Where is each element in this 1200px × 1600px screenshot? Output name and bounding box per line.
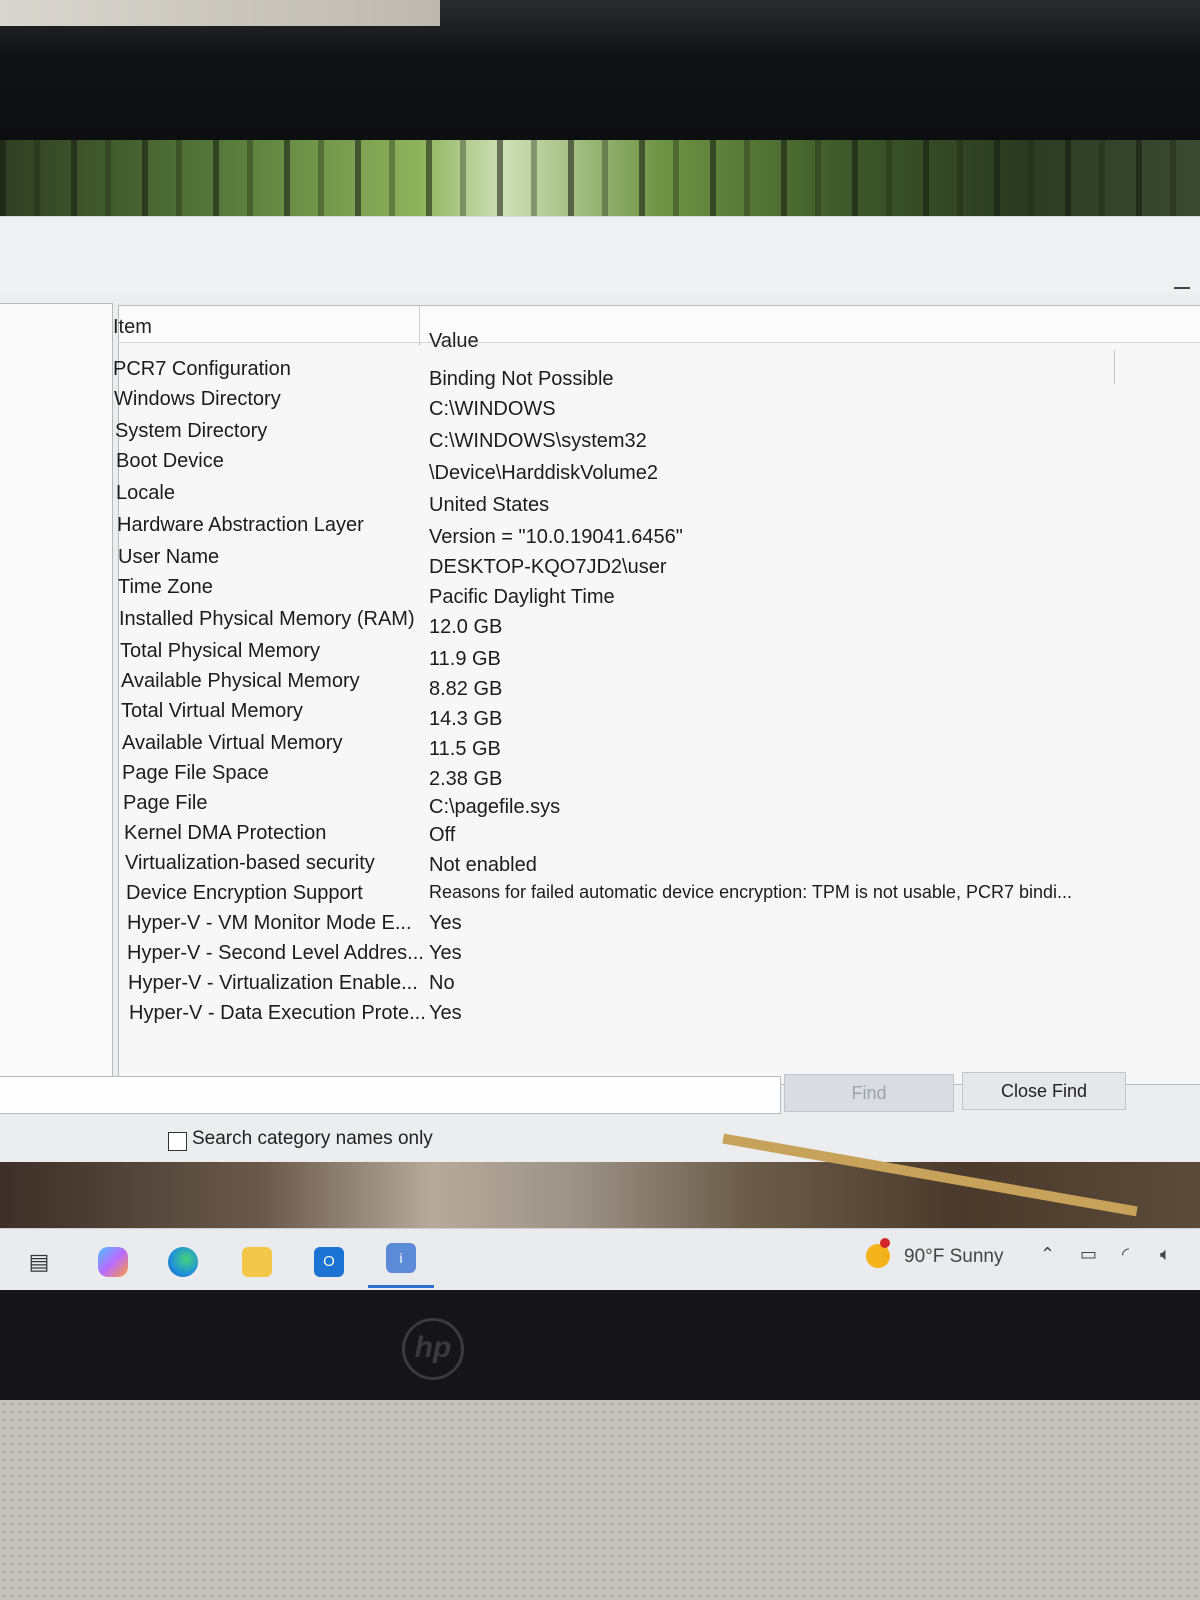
row-value: \Device\HarddiskVolume2: [429, 462, 658, 484]
row-item: Page File Space: [122, 762, 269, 784]
taskbar: ▤ O i: [0, 1228, 1200, 1291]
category-tree-pane[interactable]: [0, 303, 113, 1085]
list-row[interactable]: Installed Physical Memory (RAM) 12.0 GB: [119, 608, 1200, 642]
list-row[interactable]: Locale United States: [116, 482, 1200, 516]
row-item: Windows Directory: [114, 388, 281, 410]
row-item: Hardware Abstraction Layer: [117, 514, 364, 536]
column-separator[interactable]: [419, 306, 420, 346]
active-app-indicator: [368, 1285, 434, 1288]
row-item: Hyper-V - VM Monitor Mode E...: [127, 912, 412, 934]
chevron-up-icon[interactable]: ⌃: [1040, 1244, 1055, 1265]
laptop-keyboard-deck: [0, 1400, 1200, 1600]
row-item: Page File: [123, 792, 208, 814]
hp-logo: hp: [402, 1318, 464, 1380]
row-item: Available Physical Memory: [121, 670, 360, 692]
weather-label[interactable]: 90°F Sunny: [904, 1246, 1004, 1268]
row-value: C:\WINDOWS\system32: [429, 430, 647, 452]
row-value: Yes: [429, 942, 462, 964]
find-button[interactable]: Find: [784, 1074, 954, 1112]
outlook-icon[interactable]: O: [314, 1247, 344, 1277]
column-header-item[interactable]: Item: [113, 316, 152, 339]
row-item: Total Physical Memory: [120, 640, 321, 662]
row-value: 14.3 GB: [429, 708, 503, 730]
battery-icon[interactable]: ▭: [1080, 1244, 1097, 1265]
column-header-value[interactable]: Value: [429, 330, 479, 353]
list-row[interactable]: Hyper-V - Data Execution Prote... Yes: [119, 1002, 1200, 1038]
row-value: 11.5 GB: [429, 738, 501, 760]
list-row[interactable]: Page File Space 2.38 GB: [119, 762, 1200, 798]
details-list: Item Value PCR7 Configuration Binding Not…: [113, 305, 1200, 1085]
list-row[interactable]: User Name DESKTOP-KQO7JD2\user: [118, 546, 1200, 578]
wifi-icon[interactable]: ◜: [1122, 1244, 1129, 1265]
list-row[interactable]: Hardware Abstraction Layer Version = "10.…: [117, 514, 1200, 548]
search-category-names-checkbox[interactable]: [168, 1132, 187, 1151]
search-category-names-label: Search category names only: [192, 1128, 433, 1149]
list-header: Item Value: [113, 306, 1200, 352]
task-view-icon[interactable]: ▤: [24, 1247, 54, 1277]
close-find-button[interactable]: Close Find: [962, 1072, 1126, 1110]
row-value: United States: [429, 494, 550, 516]
row-item: Available Virtual Memory: [122, 732, 343, 754]
minimize-icon[interactable]: [1174, 287, 1190, 289]
row-value: Pacific Daylight Time: [429, 586, 615, 608]
row-item: Kernel DMA Protection: [124, 822, 327, 844]
row-value: Not enabled: [429, 854, 537, 876]
row-value: Yes: [429, 1002, 462, 1024]
row-item: Total Virtual Memory: [121, 700, 303, 722]
row-item: System Directory: [115, 420, 268, 442]
row-item: Virtualization-based security: [125, 852, 375, 874]
row-item: Installed Physical Memory (RAM): [119, 608, 415, 630]
row-item: User Name: [118, 546, 220, 568]
list-row[interactable]: System Directory C:\WINDOWS\system32: [115, 420, 1200, 452]
row-item: Hyper-V - Virtualization Enable...: [128, 972, 418, 994]
row-value: Yes: [429, 912, 462, 934]
list-row[interactable]: Time Zone Pacific Daylight Time: [118, 576, 1200, 610]
list-row[interactable]: Available Virtual Memory 11.5 GB: [119, 732, 1200, 768]
volume-icon[interactable]: 🔈︎: [1160, 1244, 1171, 1265]
row-value: Off: [429, 824, 456, 846]
row-value: C:\pagefile.sys: [429, 796, 561, 818]
find-what-input[interactable]: [0, 1076, 781, 1114]
list-row[interactable]: Windows Directory C:\WINDOWS: [114, 388, 1200, 420]
row-value: DESKTOP-KQO7JD2\user: [429, 556, 667, 578]
row-value: Version = "10.0.19041.6456": [429, 526, 683, 548]
window-titlebar: [0, 217, 1200, 295]
row-item: Hyper-V - Data Execution Prote...: [129, 1002, 426, 1024]
row-value: Reasons for failed automatic device encr…: [429, 882, 1072, 902]
weather-alert-badge: [880, 1238, 890, 1248]
copilot-icon[interactable]: [98, 1247, 128, 1277]
row-item: Locale: [116, 482, 175, 504]
list-row[interactable]: Boot Device \Device\HarddiskVolume2: [116, 450, 1200, 484]
row-item: Boot Device: [116, 450, 224, 472]
row-value: 12.0 GB: [429, 616, 503, 638]
list-row[interactable]: PCR7 Configuration Binding Not Possible: [113, 356, 1200, 390]
row-item: PCR7 Configuration: [113, 358, 291, 380]
room-background: [0, 0, 440, 26]
row-value: C:\WINDOWS: [429, 398, 556, 420]
row-value: 2.38 GB: [429, 768, 503, 790]
row-item: Device Encryption Support: [126, 882, 363, 904]
system-information-window: Item Value PCR7 Configuration Binding Not…: [0, 216, 1200, 1163]
edge-icon[interactable]: [168, 1247, 198, 1277]
row-item: Hyper-V - Second Level Addres...: [127, 942, 424, 964]
row-value: 11.9 GB: [429, 648, 501, 670]
file-explorer-icon[interactable]: [242, 1247, 272, 1277]
system-information-icon[interactable]: i: [386, 1243, 416, 1273]
row-value: No: [429, 972, 455, 994]
row-item: Time Zone: [118, 576, 213, 598]
row-value: 8.82 GB: [429, 678, 503, 700]
